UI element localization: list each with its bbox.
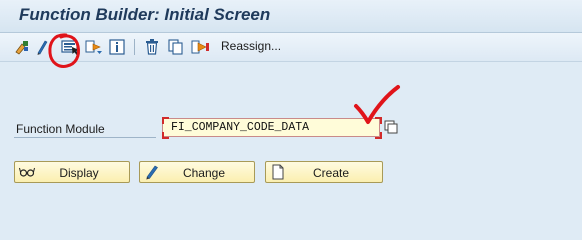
change-button-label: Change bbox=[182, 166, 226, 180]
field-focus-corner bbox=[162, 117, 169, 124]
application-toolbar: Reassign... bbox=[0, 33, 582, 62]
label-underline bbox=[14, 137, 156, 138]
page-title: Function Builder: Initial Screen bbox=[19, 5, 271, 24]
create-button-label: Create bbox=[312, 166, 350, 180]
rename-icon[interactable] bbox=[191, 37, 211, 57]
copy-icon[interactable] bbox=[167, 37, 185, 57]
field-focus-corner bbox=[162, 132, 169, 139]
toolbar-separator bbox=[134, 39, 135, 55]
other-object-icon[interactable] bbox=[12, 37, 32, 57]
function-module-field[interactable]: FI_COMPANY_CODE_DATA bbox=[162, 118, 380, 137]
field-focus-corner bbox=[375, 132, 382, 139]
annotation-checkmark bbox=[354, 85, 400, 124]
function-module-label: Function Module bbox=[16, 122, 105, 136]
display-button[interactable]: Display bbox=[14, 161, 130, 183]
change-button[interactable]: Change bbox=[139, 161, 255, 183]
delete-icon[interactable] bbox=[143, 37, 161, 57]
display-button-label: Display bbox=[59, 166, 99, 180]
create-button[interactable]: Create bbox=[265, 161, 383, 183]
reassign-button[interactable]: Reassign... bbox=[221, 39, 281, 53]
title-bar: Function Builder: Initial Screen bbox=[0, 0, 582, 33]
annotation-circle bbox=[48, 33, 80, 68]
test-execute-icon[interactable] bbox=[84, 37, 104, 57]
info-icon[interactable] bbox=[108, 37, 126, 57]
